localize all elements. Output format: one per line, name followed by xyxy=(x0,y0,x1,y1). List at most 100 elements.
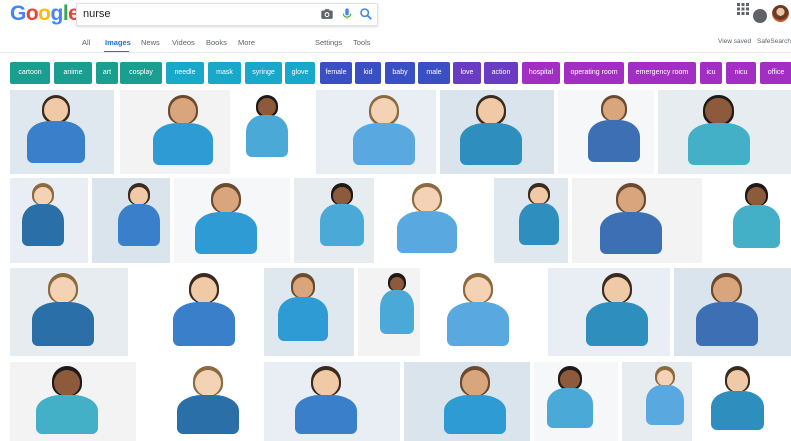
image-result[interactable] xyxy=(494,178,568,263)
chip-kid[interactable]: kid xyxy=(355,62,381,84)
nurse-figure xyxy=(444,362,506,441)
image-result[interactable] xyxy=(706,178,791,263)
chip-office[interactable]: office xyxy=(760,62,791,84)
chip-love[interactable]: love xyxy=(453,62,481,84)
nurse-figure xyxy=(447,268,509,356)
image-result[interactable] xyxy=(622,362,692,441)
view-saved-link[interactable]: View saved xyxy=(718,38,751,45)
chip-anime[interactable]: anime xyxy=(54,62,92,84)
nurse-figure xyxy=(177,362,239,441)
chip-nicu[interactable]: nicu xyxy=(726,62,756,84)
safesearch-link[interactable]: SafeSearch xyxy=(757,38,791,45)
image-result[interactable] xyxy=(674,268,791,356)
image-result[interactable] xyxy=(10,362,136,441)
search-nav: All Images News Videos Books More Settin… xyxy=(0,34,791,53)
image-result[interactable] xyxy=(378,178,488,263)
image-result[interactable] xyxy=(234,90,312,174)
face-shape xyxy=(312,369,339,396)
image-result[interactable] xyxy=(294,178,374,263)
scrubs-shape xyxy=(444,394,506,435)
image-result[interactable] xyxy=(120,90,230,174)
nurse-figure xyxy=(152,90,214,174)
chip-male[interactable]: male xyxy=(418,62,450,84)
nurse-figure xyxy=(695,268,758,356)
tab-settings[interactable]: Settings xyxy=(315,38,342,47)
tab-images[interactable]: Images xyxy=(105,38,131,47)
image-result[interactable] xyxy=(10,178,88,263)
image-result[interactable] xyxy=(132,268,260,356)
google-logo[interactable]: Google xyxy=(10,2,80,26)
image-result[interactable] xyxy=(696,362,791,441)
chip-hospital[interactable]: hospital xyxy=(522,62,560,84)
scrubs-shape xyxy=(173,301,235,346)
avatar[interactable] xyxy=(772,5,789,22)
related-chips: cartoon anime art cosplay needle mask syringe g… xyxy=(10,62,791,84)
image-result[interactable] xyxy=(316,90,436,174)
chip-baby[interactable]: baby xyxy=(385,62,415,84)
tab-all[interactable]: All xyxy=(82,38,90,47)
chip-operating-room[interactable]: operating room xyxy=(564,62,624,84)
scrubs-shape xyxy=(278,296,328,341)
face-shape xyxy=(705,98,732,125)
image-result[interactable] xyxy=(264,362,400,441)
chip-syringe[interactable]: syringe xyxy=(245,62,282,84)
image-result[interactable] xyxy=(140,362,260,441)
image-result[interactable] xyxy=(10,268,128,356)
nurse-figure xyxy=(295,362,357,441)
image-result[interactable] xyxy=(404,362,530,441)
image-result[interactable] xyxy=(440,90,554,174)
search-icon[interactable] xyxy=(359,7,373,21)
image-result[interactable] xyxy=(10,90,114,174)
nurse-figure xyxy=(353,90,415,174)
image-result[interactable] xyxy=(534,362,618,441)
image-result[interactable] xyxy=(658,90,791,174)
tab-more[interactable]: More xyxy=(238,38,255,47)
scrubs-shape xyxy=(195,211,257,255)
chip-female[interactable]: female xyxy=(320,62,352,84)
image-result[interactable] xyxy=(548,268,670,356)
nurse-figure xyxy=(645,362,685,441)
image-result[interactable] xyxy=(424,268,544,356)
tab-videos[interactable]: Videos xyxy=(172,38,195,47)
chip-glove[interactable]: glove xyxy=(285,62,315,84)
chip-cosplay[interactable]: cosplay xyxy=(120,62,162,84)
image-results-grid xyxy=(0,90,791,441)
chip-needle[interactable]: needle xyxy=(166,62,204,84)
image-result[interactable] xyxy=(174,178,290,263)
notifications-icon[interactable] xyxy=(753,9,767,23)
scrubs-shape xyxy=(447,301,509,346)
chip-emergency-room[interactable]: emergency room xyxy=(628,62,696,84)
chip-icu[interactable]: icu xyxy=(700,62,722,84)
apps-grid-icon[interactable] xyxy=(737,3,749,15)
chip-art[interactable]: art xyxy=(96,62,118,84)
image-result[interactable] xyxy=(572,178,702,263)
chip-cartoon[interactable]: cartoon xyxy=(10,62,50,84)
face-shape xyxy=(461,369,488,396)
chip-action[interactable]: action xyxy=(484,62,518,84)
face-shape xyxy=(129,186,148,205)
image-result[interactable] xyxy=(264,268,354,356)
tab-news[interactable]: News xyxy=(141,38,160,47)
scrubs-shape xyxy=(396,210,458,254)
tab-books[interactable]: Books xyxy=(206,38,227,47)
image-result[interactable] xyxy=(558,90,654,174)
camera-icon[interactable] xyxy=(320,7,334,21)
scrubs-shape xyxy=(177,394,239,435)
scrubs-shape xyxy=(687,123,750,166)
face-shape xyxy=(190,276,217,303)
scrubs-shape xyxy=(600,211,662,255)
scrubs-shape xyxy=(695,301,758,346)
microphone-icon[interactable] xyxy=(340,7,354,21)
image-result[interactable] xyxy=(92,178,170,263)
face-shape xyxy=(170,98,196,124)
chip-mask[interactable]: mask xyxy=(208,62,241,84)
logo-letter: g xyxy=(50,2,64,25)
search-input[interactable] xyxy=(83,6,303,22)
tab-tools[interactable]: Tools xyxy=(353,38,371,47)
scrubs-shape xyxy=(546,388,594,428)
face-shape xyxy=(212,186,239,213)
nurse-figure xyxy=(587,90,641,174)
face-shape xyxy=(332,186,352,205)
nurse-figure xyxy=(27,90,85,174)
image-result[interactable] xyxy=(358,268,420,356)
